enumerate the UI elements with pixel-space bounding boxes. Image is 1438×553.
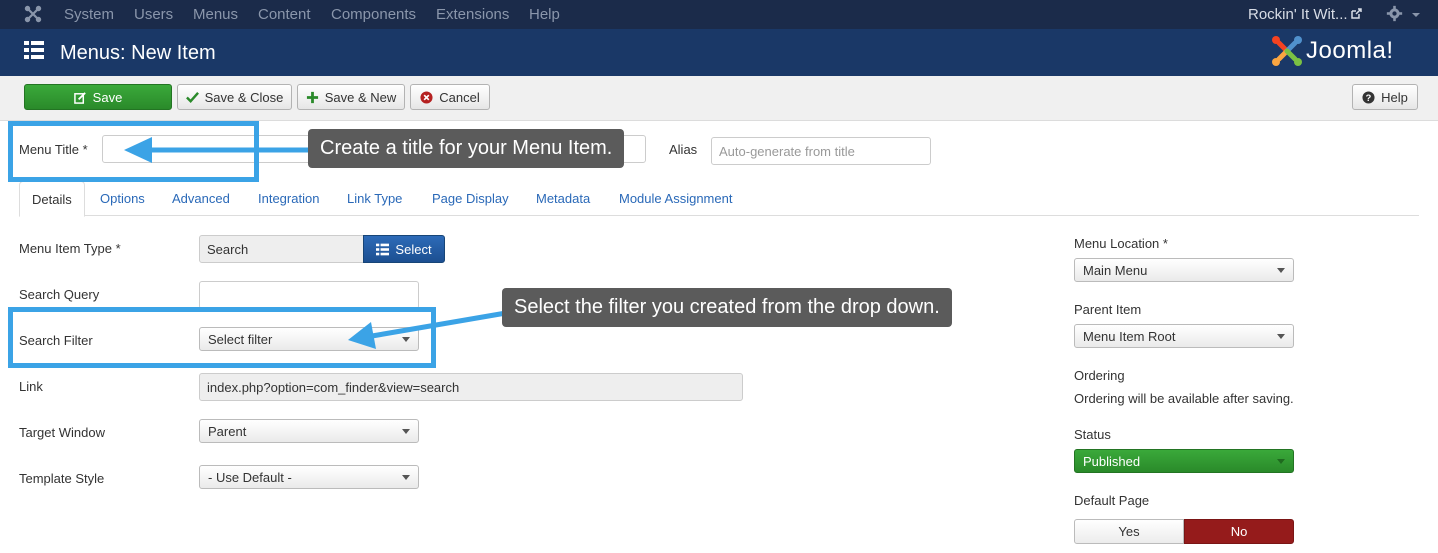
plus-icon [306, 91, 318, 103]
highlight-menu-title [8, 121, 259, 182]
target-window-select[interactable]: Parent [199, 419, 419, 443]
ordering-note: Ordering will be available after saving. [1074, 391, 1294, 406]
tab-link-type[interactable]: Link Type [335, 181, 414, 216]
help-button[interactable]: ? Help [1352, 84, 1418, 110]
parent-item-select[interactable]: Menu Item Root [1074, 324, 1294, 348]
status-label: Status [1074, 427, 1111, 442]
joomla-logo-icon [1272, 36, 1302, 66]
alias-label: Alias [669, 142, 698, 157]
site-link[interactable]: Rockin' It Wit... [1248, 6, 1348, 23]
cancel-button[interactable]: Cancel [410, 84, 490, 110]
link-label: Link [19, 379, 43, 394]
search-query-input[interactable] [199, 281, 419, 309]
edit-icon [73, 91, 86, 104]
template-style-value: - Use Default - [208, 469, 292, 485]
ordering-label: Ordering [1074, 368, 1125, 383]
callout-title: Create a title for your Menu Item. [308, 129, 625, 168]
callout-filter: Select the filter you created from the d… [502, 288, 952, 327]
chevron-down-icon [402, 429, 410, 434]
question-icon: ? [1362, 90, 1375, 104]
chevron-down-icon [1277, 334, 1285, 339]
target-window-label: Target Window [19, 425, 105, 440]
cancel-label: Cancel [439, 89, 480, 105]
nav-menus[interactable]: Menus [193, 6, 238, 23]
menu-item-type-label: Menu Item Type * [19, 241, 121, 256]
default-page-label: Default Page [1074, 493, 1150, 508]
joomla-brand: Joomla! [1306, 37, 1394, 64]
toolbar: Save Save & Close Save & New Cancel ? He… [0, 76, 1438, 121]
nav-system[interactable]: System [64, 6, 114, 23]
menu-location-value: Main Menu [1083, 262, 1148, 278]
default-yes-button[interactable]: Yes [1074, 519, 1184, 544]
page-header: Menus: New Item Joomla! [0, 29, 1438, 76]
menu-location-select[interactable]: Main Menu [1074, 258, 1294, 282]
help-label: Help [1381, 89, 1408, 105]
target-window-value: Parent [208, 423, 247, 439]
save-close-label: Save & Close [204, 89, 284, 105]
tab-metadata[interactable]: Metadata [524, 181, 602, 216]
alias-input[interactable]: Auto-generate from title [711, 137, 931, 165]
top-navbar: System Users Menus Content Components Ex… [0, 0, 1438, 29]
save-close-button[interactable]: Save & Close [177, 84, 292, 110]
template-style-select[interactable]: - Use Default - [199, 465, 419, 489]
tab-module-assignment[interactable]: Module Assignment [607, 181, 744, 216]
highlight-search-filter [8, 307, 436, 368]
nav-help[interactable]: Help [529, 6, 560, 23]
chevron-down-icon [1277, 268, 1285, 273]
save-button[interactable]: Save [24, 84, 172, 110]
cancel-icon [420, 90, 433, 104]
nav-users[interactable]: Users [134, 6, 173, 23]
page-title: Menus: New Item [60, 42, 216, 64]
select-type-label: Select [395, 241, 432, 257]
parent-item-label: Parent Item [1074, 302, 1142, 317]
status-select[interactable]: Published [1074, 449, 1294, 473]
tab-integration[interactable]: Integration [246, 181, 331, 216]
chevron-down-icon[interactable] [1412, 13, 1420, 17]
save-new-button[interactable]: Save & New [297, 84, 405, 110]
external-link-icon [1351, 8, 1362, 19]
parent-item-value: Menu Item Root [1083, 328, 1176, 344]
tab-advanced[interactable]: Advanced [160, 181, 242, 216]
template-style-label: Template Style [19, 471, 105, 486]
tab-details[interactable]: Details [19, 181, 85, 217]
nav-components[interactable]: Components [331, 6, 416, 23]
list-icon [376, 243, 390, 255]
tab-page-display[interactable]: Page Display [420, 181, 521, 216]
svg-text:?: ? [1366, 92, 1372, 102]
save-new-label: Save & New [324, 89, 397, 105]
save-label: Save [92, 89, 123, 105]
menu-location-label: Menu Location * [1074, 236, 1168, 251]
tab-options[interactable]: Options [88, 181, 157, 216]
tab-bar: Details Options Advanced Integration Lin… [19, 181, 1419, 217]
default-no-button[interactable]: No [1184, 519, 1294, 544]
nav-content[interactable]: Content [258, 6, 311, 23]
link-field: index.php?option=com_finder&view=search [199, 373, 743, 401]
status-value: Published [1083, 453, 1141, 469]
chevron-down-icon [1277, 459, 1285, 464]
select-type-button[interactable]: Select [363, 235, 445, 263]
check-icon [185, 91, 199, 103]
gear-icon[interactable] [1386, 5, 1403, 22]
joomla-icon[interactable] [24, 5, 42, 23]
menu-item-type-value: Search [199, 235, 364, 263]
chevron-down-icon [402, 475, 410, 480]
search-query-label: Search Query [19, 287, 100, 302]
list-icon [24, 41, 44, 59]
nav-extensions[interactable]: Extensions [436, 6, 509, 23]
